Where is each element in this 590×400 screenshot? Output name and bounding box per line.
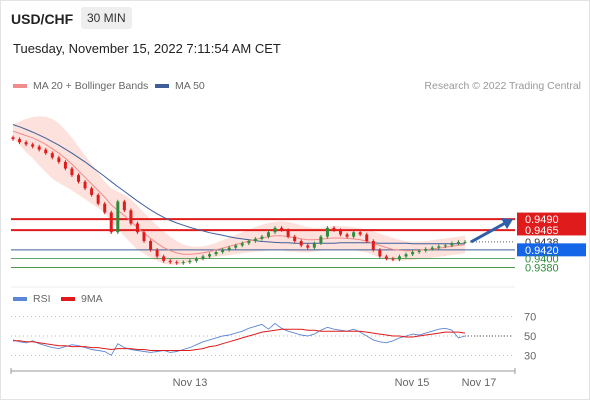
candle-body — [50, 153, 54, 158]
candle-body — [63, 161, 67, 169]
rsi-tick-label: 70 — [524, 312, 536, 324]
time-tick-label: Nov 15 — [395, 377, 430, 389]
candle-body — [371, 241, 375, 250]
candle-body — [24, 142, 28, 145]
price-label: 0.9465 — [525, 225, 559, 237]
candle-body — [463, 241, 467, 243]
candle-body — [404, 254, 408, 257]
candle-body — [122, 201, 126, 211]
candle-body — [378, 249, 382, 257]
candle-body — [44, 149, 48, 154]
candle-body — [352, 232, 356, 237]
candle-body — [424, 248, 428, 251]
candle-body — [325, 227, 329, 237]
candle-body — [57, 157, 61, 162]
candle-body — [162, 256, 166, 261]
candle-body — [339, 230, 343, 235]
candle-body — [411, 252, 415, 255]
candle-body — [260, 236, 264, 239]
candle-body — [450, 243, 454, 246]
candle-body — [135, 223, 139, 233]
candle-body — [83, 181, 87, 189]
candle-body — [358, 232, 362, 235]
candle-body — [443, 245, 447, 247]
candle-body — [391, 258, 395, 260]
candle-body — [273, 227, 277, 233]
candle-body — [37, 146, 41, 150]
candle-body — [384, 256, 388, 259]
candle-body — [332, 227, 336, 231]
candle-body — [247, 241, 251, 244]
candle-body — [253, 238, 257, 242]
price-label: 0.9380 — [525, 262, 559, 274]
candle-body — [155, 249, 159, 257]
candle-body — [201, 256, 205, 259]
candle-body — [96, 194, 100, 204]
candle-body — [142, 232, 146, 242]
candle-body — [437, 246, 441, 248]
candle-body — [70, 168, 74, 176]
candle-body — [77, 175, 81, 182]
forecast-arrow-shaft — [470, 220, 508, 244]
candle-body — [312, 243, 316, 248]
chart-svg: 0.94900.94650.94380.94200.94000.93807050… — [10, 116, 586, 389]
candle-body — [103, 203, 107, 213]
candle-body — [214, 252, 218, 255]
candle-body — [18, 139, 22, 143]
candle-body — [116, 201, 120, 233]
candle-body — [11, 137, 15, 140]
candle-body — [90, 188, 94, 195]
candle-body — [266, 232, 270, 237]
time-tick-label: Nov 13 — [173, 377, 208, 389]
candle-body — [31, 144, 35, 147]
candle-body — [109, 212, 113, 233]
rsi-tick-label: 30 — [524, 350, 536, 362]
candle-body — [397, 256, 401, 260]
candle-body — [227, 247, 231, 250]
candle-body — [430, 247, 434, 249]
candle-body — [456, 241, 460, 244]
candle-body — [188, 260, 192, 263]
candle-body — [168, 260, 172, 263]
candle-body — [306, 245, 310, 248]
candle-body — [240, 243, 244, 246]
candle-body — [365, 234, 369, 242]
candle-body — [345, 234, 349, 237]
candle-body — [194, 258, 198, 261]
candle-body — [286, 230, 290, 237]
bollinger-band — [13, 116, 465, 265]
rsi-tick-label: 50 — [524, 331, 536, 343]
candle-body — [129, 210, 133, 224]
candle-body — [221, 249, 225, 253]
candle-body — [293, 236, 297, 242]
time-tick-label: Nov 17 — [462, 377, 497, 389]
candle-body — [149, 241, 153, 250]
candle-body — [234, 245, 238, 248]
candle-body — [181, 262, 185, 264]
candle-body — [319, 236, 323, 244]
candle-body — [175, 262, 179, 264]
candle-body — [417, 250, 421, 253]
candle-body — [280, 227, 284, 231]
candle-body — [299, 241, 303, 246]
candle-body — [208, 254, 212, 257]
